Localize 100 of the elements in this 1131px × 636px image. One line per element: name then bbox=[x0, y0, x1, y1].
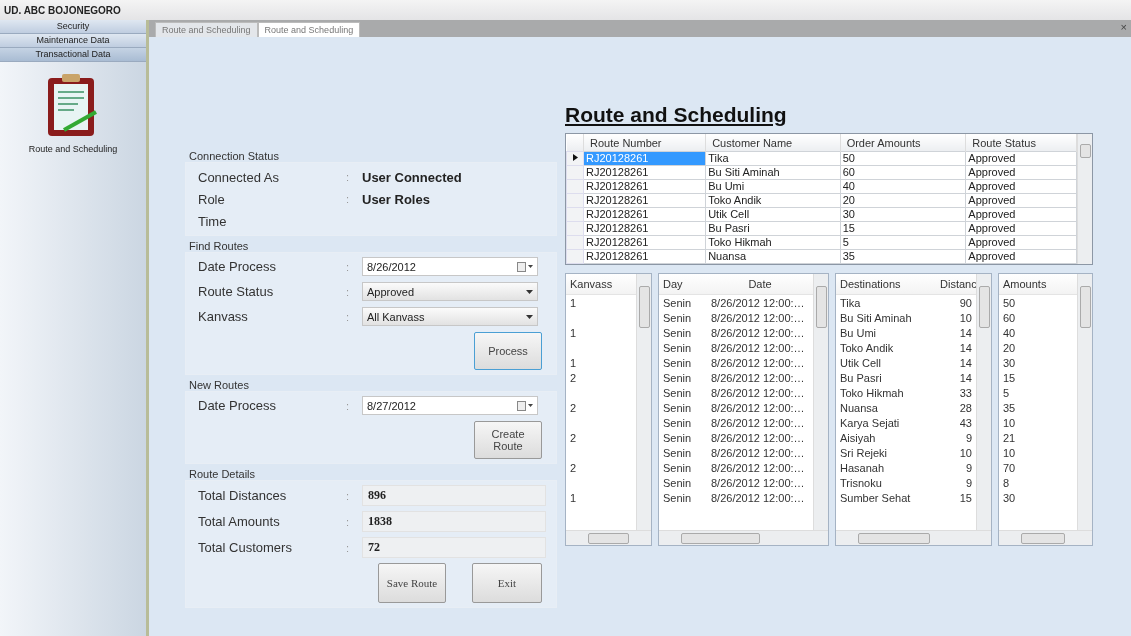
colon-separator: : bbox=[346, 399, 351, 412]
list-cell-text: Senin bbox=[662, 491, 693, 504]
window-title: UD. ABC BOJONEGORO bbox=[0, 0, 1131, 20]
list-cell-text: Senin bbox=[662, 401, 693, 414]
list-cell-text: 14 bbox=[958, 341, 973, 354]
list-cell-text: 14 bbox=[958, 371, 973, 384]
vertical-scrollbar[interactable] bbox=[1077, 274, 1092, 530]
page-title: Route and Scheduling bbox=[565, 103, 787, 127]
tab[interactable]: Route and Scheduling bbox=[155, 22, 258, 37]
vertical-scrollbar[interactable] bbox=[813, 274, 828, 530]
column-header[interactable]: Date bbox=[707, 278, 813, 290]
column-header[interactable]: Route Number bbox=[583, 134, 706, 152]
vertical-scrollbar[interactable] bbox=[636, 274, 651, 530]
table-cell: RJ20128261 bbox=[583, 151, 706, 166]
list-cell-text: Bu Siti Aminah bbox=[839, 311, 913, 324]
sidebar-item[interactable]: Transactional Data bbox=[0, 48, 146, 62]
list-cell-text: 2 bbox=[569, 461, 578, 474]
tab[interactable]: Route and Scheduling bbox=[257, 22, 361, 37]
status-dropdown[interactable]: Approved bbox=[362, 282, 538, 301]
table-cell: Approved bbox=[965, 151, 1077, 166]
calendar-icon bbox=[517, 400, 533, 411]
caret-icon bbox=[526, 314, 533, 319]
field-label: Connected As bbox=[198, 169, 280, 185]
list-cell-text: Bu Umi bbox=[839, 326, 878, 339]
date-picker[interactable]: 8/27/2012 bbox=[362, 396, 538, 415]
vertical-scrollbar[interactable] bbox=[1077, 134, 1092, 264]
date-picker[interactable]: 8/26/2012 bbox=[362, 257, 538, 276]
field-label: Route Status bbox=[198, 284, 275, 299]
process-button[interactable]: Process bbox=[474, 332, 542, 370]
list-cell-text: 9 bbox=[964, 476, 973, 489]
list-cell-text: 1 bbox=[569, 296, 578, 309]
list-cell-text: 8/26/2012 12:00:… bbox=[710, 311, 806, 324]
exit-button[interactable]: Exit bbox=[472, 563, 542, 603]
close-button[interactable]: × bbox=[1120, 21, 1127, 33]
list-cell-text: 8/26/2012 12:00:… bbox=[710, 491, 806, 504]
list-cell-text: 1 bbox=[569, 491, 578, 504]
save-route-button[interactable]: Save Route bbox=[378, 563, 446, 603]
list-cell-text: 8/26/2012 12:00:… bbox=[710, 371, 806, 384]
sidebar-item[interactable]: Security bbox=[0, 20, 146, 34]
list-cell-text: 43 bbox=[958, 416, 973, 429]
list-cell-text: Senin bbox=[662, 296, 693, 309]
value-field[interactable]: 896 bbox=[362, 485, 546, 506]
list-cell-text: 2 bbox=[569, 401, 578, 414]
column-header[interactable]: Distanc bbox=[936, 278, 976, 290]
kanvass-dropdown[interactable]: All Kanvass bbox=[362, 307, 538, 326]
column-header[interactable]: Route Status bbox=[965, 134, 1077, 152]
list-cell-text: 8/26/2012 12:00:… bbox=[710, 446, 806, 459]
field-label: Kanvass bbox=[198, 309, 249, 324]
list-cell-text: Senin bbox=[662, 311, 693, 324]
list-cell-text: Senin bbox=[662, 371, 693, 384]
colon-separator: : bbox=[346, 541, 351, 554]
field-label: Date Process bbox=[198, 259, 278, 274]
list-cell-text: Senin bbox=[662, 326, 693, 339]
module-label[interactable]: Route and Scheduling bbox=[28, 144, 118, 154]
vertical-scrollbar[interactable] bbox=[976, 274, 991, 530]
group-title: Route Details bbox=[188, 468, 257, 480]
horizontal-scrollbar[interactable] bbox=[999, 530, 1092, 545]
list-cell-text: 40 bbox=[1002, 326, 1017, 339]
field-label: Total Distances bbox=[198, 488, 288, 503]
value-field[interactable]: 72 bbox=[362, 537, 546, 558]
list-cell-text: 9 bbox=[964, 461, 973, 474]
value-field[interactable]: 1838 bbox=[362, 511, 546, 532]
column-header[interactable]: Customer Name bbox=[705, 134, 841, 152]
list-cell-text: 20 bbox=[1002, 341, 1017, 354]
list-cell-text: 8/26/2012 12:00:… bbox=[710, 401, 806, 414]
list-cell-text: 8/26/2012 12:00:… bbox=[710, 476, 806, 489]
horizontal-scrollbar[interactable] bbox=[836, 530, 991, 545]
field-value: User Connected bbox=[362, 169, 462, 185]
colon-separator: : bbox=[346, 193, 351, 205]
column-header[interactable]: Day bbox=[659, 278, 707, 290]
list-cell-text: 10 bbox=[1002, 416, 1017, 429]
colon-separator: : bbox=[346, 515, 351, 528]
list-cell-text: 8/26/2012 12:00:… bbox=[710, 416, 806, 429]
create-route-button[interactable]: Create Route bbox=[474, 421, 542, 459]
list-cell-text: Hasanah bbox=[839, 461, 886, 474]
list-cell-text: 8/26/2012 12:00:… bbox=[710, 461, 806, 474]
list-cell-text: Senin bbox=[662, 476, 693, 489]
list-cell-text: 2 bbox=[569, 431, 578, 444]
list-cell-text: 70 bbox=[1002, 461, 1017, 474]
horizontal-scrollbar[interactable] bbox=[659, 530, 828, 545]
list-cell-text: 14 bbox=[958, 356, 973, 369]
list-cell-text: Sri Rejeki bbox=[839, 446, 889, 459]
list-cell-text: 28 bbox=[958, 401, 973, 414]
field-label: Total Customers bbox=[198, 540, 293, 555]
list-cell-text: 30 bbox=[1002, 491, 1017, 504]
list-cell-text: 8 bbox=[1002, 476, 1011, 489]
column-header[interactable]: Destinations bbox=[836, 278, 936, 290]
list-cell-text: Senin bbox=[662, 341, 693, 354]
horizontal-scrollbar[interactable] bbox=[566, 530, 651, 545]
list-cell-text: Karya Sejati bbox=[839, 416, 901, 429]
list-cell-text: 8/26/2012 12:00:… bbox=[710, 296, 806, 309]
field-value: User Roles bbox=[362, 191, 430, 207]
list-cell-text: 10 bbox=[1002, 446, 1017, 459]
list-cell-text: 8/26/2012 12:00:… bbox=[710, 356, 806, 369]
list-cell-text: Nuansa bbox=[839, 401, 879, 414]
sidebar-item[interactable]: Maintenance Data bbox=[0, 34, 146, 48]
list-cell-text: Tika bbox=[839, 296, 862, 309]
list-cell-text: 21 bbox=[1002, 431, 1017, 444]
list-cell-text: 10 bbox=[958, 446, 973, 459]
column-header[interactable]: Order Amounts bbox=[840, 134, 966, 152]
